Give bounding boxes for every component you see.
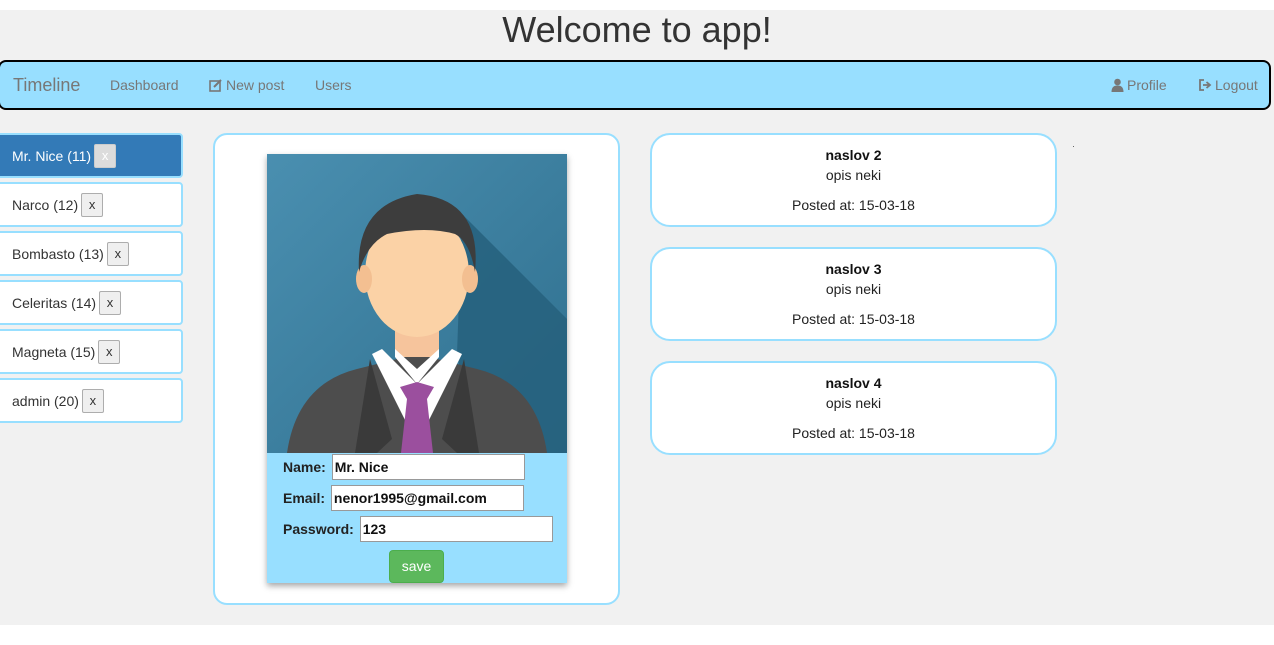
user-item[interactable]: Narco (12) x <box>0 182 183 227</box>
user-item[interactable]: Celeritas (14) x <box>0 280 183 325</box>
user-item[interactable]: Bombasto (13) x <box>0 231 183 276</box>
post-card[interactable]: naslov 4 opis neki Posted at: 15-03-18 <box>650 361 1057 455</box>
password-row: Password: <box>283 516 553 542</box>
post-card[interactable]: naslov 3 opis neki Posted at: 15-03-18 <box>650 247 1057 341</box>
email-label: Email: <box>283 490 326 506</box>
post-description: opis neki <box>825 281 882 297</box>
save-button[interactable]: save <box>389 550 444 583</box>
post-date: Posted at: 15-03-18 <box>792 425 915 441</box>
user-item-label: Bombasto (13) <box>12 246 104 262</box>
nav-new-post-label: New post <box>226 77 285 93</box>
post-title: naslov 2 <box>825 147 882 163</box>
delete-user-button[interactable]: x <box>94 143 117 168</box>
stray-dot <box>1073 146 1074 147</box>
password-input[interactable] <box>359 516 553 542</box>
navbar: Timeline Dashboard New post Users Profil… <box>0 60 1271 110</box>
post-description: opis neki <box>825 395 882 411</box>
email-input[interactable] <box>330 485 524 511</box>
profile-card: Name: Email: Password: save <box>267 154 567 583</box>
post-title: naslov 4 <box>825 375 882 391</box>
user-list: Mr. Nice (11) x Narco (12) x Bombasto (13)… <box>0 133 183 427</box>
nav-logout[interactable]: Logout <box>1198 62 1258 109</box>
profile-panel: Name: Email: Password: save <box>213 133 620 605</box>
nav-new-post[interactable]: New post <box>209 62 284 109</box>
user-item-label: Celeritas (14) <box>12 295 97 311</box>
name-row: Name: <box>283 454 525 480</box>
delete-user-button[interactable]: x <box>98 339 121 364</box>
nav-users[interactable]: Users <box>315 62 352 109</box>
nav-brand[interactable]: Timeline <box>13 62 80 109</box>
user-item[interactable]: Magneta (15) x <box>0 329 183 374</box>
edit-icon <box>209 79 222 92</box>
name-input[interactable] <box>331 454 525 480</box>
nav-users-label: Users <box>315 77 352 93</box>
user-item-label: Mr. Nice (11) <box>12 148 92 164</box>
delete-user-button[interactable]: x <box>81 388 104 413</box>
user-item-label: Magneta (15) <box>12 344 96 360</box>
user-item[interactable]: Mr. Nice (11) x <box>0 133 183 178</box>
nav-profile[interactable]: Profile <box>1111 62 1167 109</box>
post-date: Posted at: 15-03-18 <box>792 197 915 213</box>
delete-user-button[interactable]: x <box>81 192 104 217</box>
delete-user-button[interactable]: x <box>99 290 122 315</box>
nav-dashboard-label: Dashboard <box>110 77 179 93</box>
logout-icon <box>1199 79 1212 91</box>
password-label: Password: <box>283 521 354 537</box>
user-item-label: admin (20) <box>12 393 79 409</box>
user-icon <box>1111 78 1124 92</box>
delete-user-button[interactable]: x <box>106 241 129 266</box>
user-item[interactable]: admin (20) x <box>0 378 183 423</box>
post-description: opis neki <box>825 167 882 183</box>
nav-profile-label: Profile <box>1127 77 1167 93</box>
post-card[interactable]: naslov 2 opis neki Posted at: 15-03-18 <box>650 133 1057 227</box>
user-item-label: Narco (12) <box>12 197 79 213</box>
page-title: Welcome to app! <box>502 9 772 50</box>
name-label: Name: <box>283 459 326 475</box>
nav-dashboard[interactable]: Dashboard <box>110 62 179 109</box>
post-date: Posted at: 15-03-18 <box>792 311 915 327</box>
avatar-image <box>267 154 567 453</box>
nav-logout-label: Logout <box>1215 77 1258 93</box>
email-row: Email: <box>283 485 524 511</box>
post-title: naslov 3 <box>825 261 882 277</box>
